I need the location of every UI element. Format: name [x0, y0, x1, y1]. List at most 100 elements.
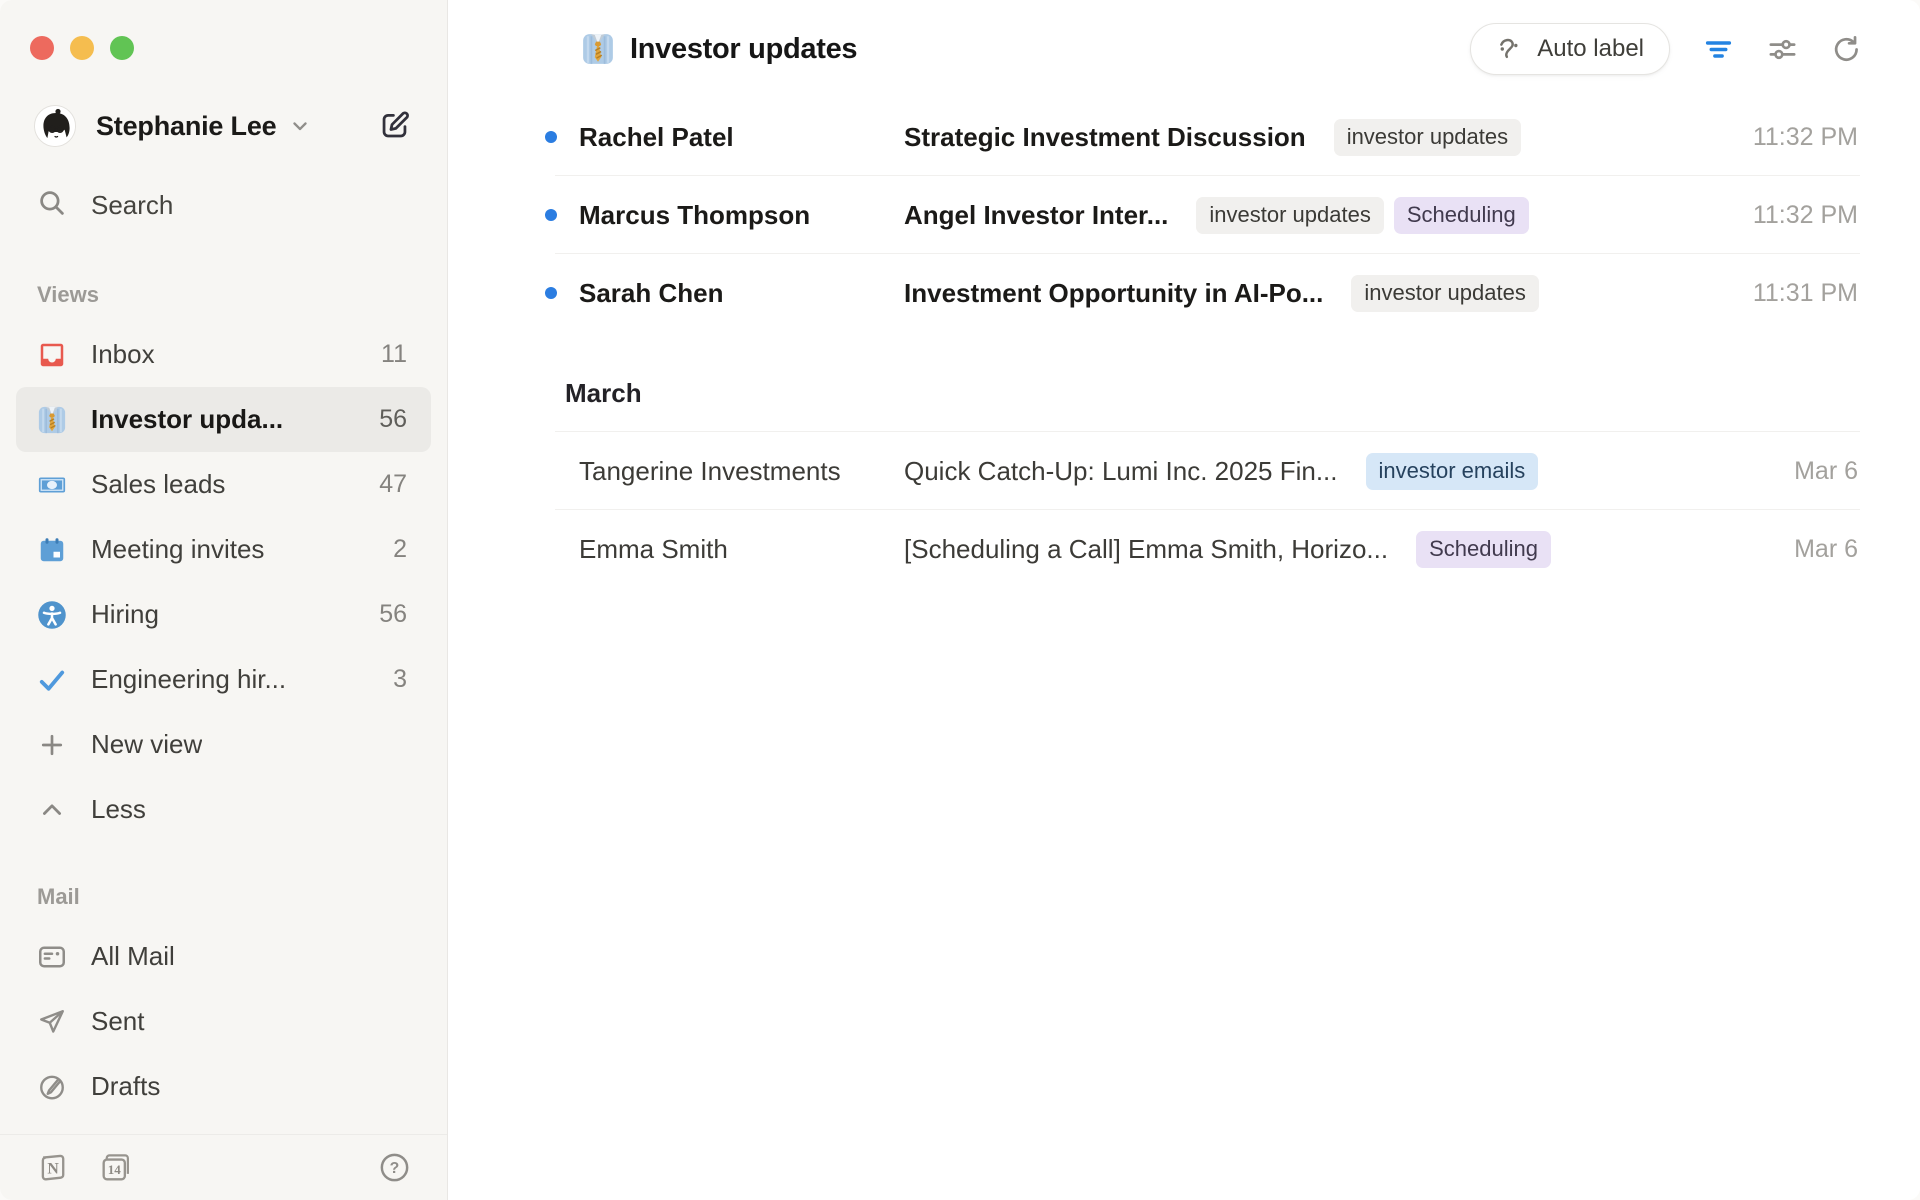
refresh-button[interactable] — [1831, 34, 1862, 65]
all-mail-envelope-icon — [37, 942, 67, 972]
email-tags: investor updates — [1334, 119, 1521, 156]
sidebar-item-drafts[interactable]: Drafts — [16, 1054, 431, 1119]
sidebar-item-label: New view — [91, 729, 202, 760]
sidebar-item-label: Meeting invites — [91, 534, 264, 565]
email-time: 11:32 PM — [1733, 123, 1858, 152]
email-tag[interactable]: investor updates — [1351, 275, 1538, 312]
notion-calendar-button[interactable]: 14 — [99, 1151, 132, 1184]
email-sender: Tangerine Investments — [579, 456, 904, 487]
views-list: Inbox 11 Inv — [0, 322, 447, 842]
email-group-recent: Rachel Patel Strategic Investment Discus… — [448, 98, 1920, 332]
email-tag[interactable]: investor updates — [1196, 197, 1383, 234]
sidebar-item-meeting-invites[interactable]: Meeting invites 2 — [16, 517, 431, 582]
section-label-views: Views — [37, 282, 447, 308]
email-tag[interactable]: investor emails — [1366, 453, 1539, 490]
email-tags: investor updates Scheduling — [1196, 197, 1528, 234]
view-header: Investor updates Auto label — [448, 0, 1920, 98]
email-sender: Marcus Thompson — [579, 200, 904, 231]
profile-switcher[interactable]: Stephanie Lee — [34, 104, 411, 148]
email-subject: Angel Investor Inter... — [904, 200, 1168, 231]
email-subject: [Scheduling a Call] Emma Smith, Horizo..… — [904, 534, 1388, 565]
window-controls — [30, 36, 134, 60]
email-tags: investor updates — [1351, 275, 1538, 312]
notion-app-button[interactable]: N — [36, 1151, 69, 1184]
compose-button[interactable] — [377, 109, 411, 143]
email-subject: Quick Catch-Up: Lumi Inc. 2025 Fin... — [904, 456, 1338, 487]
search-button[interactable]: Search — [16, 182, 431, 228]
sidebar-item-hiring[interactable]: Hiring 56 — [16, 582, 431, 647]
auto-label-button-label: Auto label — [1537, 35, 1644, 63]
filter-button[interactable] — [1703, 34, 1734, 65]
email-row[interactable]: Emma Smith [Scheduling a Call] Emma Smit… — [448, 510, 1920, 588]
svg-text:N: N — [47, 1161, 59, 1178]
sidebar-item-count: 56 — [379, 600, 407, 629]
notion-logo-icon: N — [36, 1172, 69, 1187]
email-row[interactable]: Sarah Chen Investment Opportunity in AI-… — [448, 254, 1920, 332]
checkmark-icon — [37, 665, 67, 695]
display-settings-button[interactable] — [1767, 34, 1798, 65]
mail-list: All Mail Sent Drafts — [0, 924, 447, 1119]
sliders-icon — [1767, 53, 1798, 68]
help-icon: ? — [378, 1172, 411, 1187]
page-title: Investor updates — [630, 33, 857, 66]
sidebar: Stephanie Lee Search Views — [0, 0, 448, 1200]
chevron-down-icon — [288, 114, 312, 138]
email-time: Mar 6 — [1774, 457, 1858, 486]
filter-icon — [1703, 53, 1734, 68]
refresh-icon — [1831, 53, 1862, 68]
sidebar-item-sales-leads[interactable]: Sales leads 47 — [16, 452, 431, 517]
help-button[interactable]: ? — [378, 1151, 411, 1184]
search-label: Search — [91, 190, 173, 221]
accessibility-icon — [37, 600, 67, 630]
sidebar-item-new-view[interactable]: New view — [16, 712, 431, 777]
email-tag[interactable]: Scheduling — [1416, 531, 1551, 568]
close-window-button[interactable] — [30, 36, 54, 60]
profile-name: Stephanie Lee — [96, 111, 276, 142]
sidebar-item-count: 56 — [379, 405, 407, 434]
chevron-up-icon — [37, 795, 67, 825]
sidebar-item-engineering-hiring[interactable]: Engineering hir... 3 — [16, 647, 431, 712]
sidebar-item-count: 2 — [393, 535, 407, 564]
sidebar-item-label: Drafts — [91, 1071, 160, 1102]
unread-dot — [545, 131, 557, 143]
email-time: 11:31 PM — [1733, 279, 1858, 308]
sidebar-item-label: Engineering hir... — [91, 664, 286, 695]
email-tags: investor emails — [1366, 453, 1539, 490]
email-subject: Investment Opportunity in AI-Po... — [904, 278, 1323, 309]
sidebar-item-label: Less — [91, 794, 146, 825]
minimize-window-button[interactable] — [70, 36, 94, 60]
pencil-circle-icon — [37, 1072, 67, 1102]
sidebar-item-less[interactable]: Less — [16, 777, 431, 842]
sidebar-item-label: Investor upda... — [91, 404, 283, 435]
auto-label-button[interactable]: Auto label — [1470, 23, 1670, 75]
sidebar-item-label: Inbox — [91, 339, 155, 370]
paper-plane-icon — [37, 1007, 67, 1037]
sidebar-item-all-mail[interactable]: All Mail — [16, 924, 431, 989]
svg-text:14: 14 — [108, 1162, 122, 1177]
sidebar-item-label: All Mail — [91, 941, 175, 972]
sidebar-item-investor-updates[interactable]: Investor upda... 56 — [16, 387, 431, 452]
sidebar-item-sent[interactable]: Sent — [16, 989, 431, 1054]
plus-icon — [37, 730, 67, 760]
app-window: Stephanie Lee Search Views — [0, 0, 1920, 1200]
sidebar-item-count: 3 — [393, 665, 407, 694]
fullscreen-window-button[interactable] — [110, 36, 134, 60]
header-toolbar: Auto label — [1470, 23, 1862, 75]
calendar-icon — [37, 535, 67, 565]
email-row[interactable]: Marcus Thompson Angel Investor Inter... … — [448, 176, 1920, 254]
inbox-tray-icon — [37, 340, 67, 370]
notion-calendar-icon: 14 — [99, 1172, 132, 1187]
unread-dot — [545, 209, 557, 221]
sidebar-item-inbox[interactable]: Inbox 11 — [16, 322, 431, 387]
email-sender: Emma Smith — [579, 534, 904, 565]
email-tag[interactable]: investor updates — [1334, 119, 1521, 156]
email-row[interactable]: Tangerine Investments Quick Catch-Up: Lu… — [448, 432, 1920, 510]
dollar-banknote-icon — [37, 470, 67, 500]
email-sender: Rachel Patel — [579, 122, 904, 153]
email-tag[interactable]: Scheduling — [1394, 197, 1529, 234]
email-row[interactable]: Rachel Patel Strategic Investment Discus… — [448, 98, 1920, 176]
sidebar-item-label: Hiring — [91, 599, 159, 630]
sidebar-item-label: Sales leads — [91, 469, 225, 500]
email-tags: Scheduling — [1416, 531, 1551, 568]
email-sender: Sarah Chen — [579, 278, 904, 309]
